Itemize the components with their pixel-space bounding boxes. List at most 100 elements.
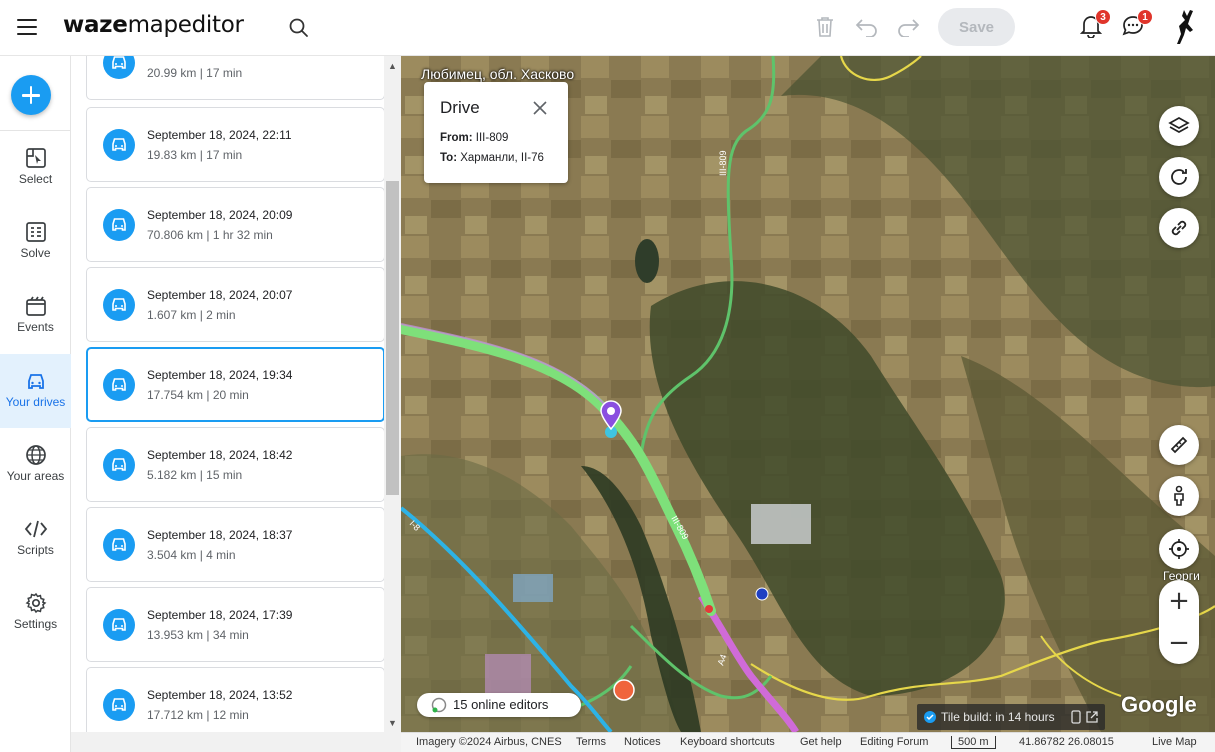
drive-car-badge	[103, 529, 135, 561]
rail-item-label: Scripts	[17, 543, 54, 557]
scroll-up-icon[interactable]: ▲	[386, 61, 399, 73]
route-start-pin-icon[interactable]	[599, 400, 623, 430]
undo-icon[interactable]	[855, 17, 879, 37]
drive-card[interactable]: September 18, 2024, 18:42 5.182 km | 15 …	[86, 427, 385, 502]
imagery-attribution: Imagery ©2024 Airbus, CNES	[416, 736, 562, 748]
drives-list: 20.99 km | 17 min September 18, 2024, 22…	[71, 56, 401, 752]
keyboard-shortcuts-link[interactable]: Keyboard shortcuts	[680, 736, 775, 748]
measure-button[interactable]	[1159, 425, 1199, 465]
save-button[interactable]: Save	[938, 8, 1015, 46]
drive-car-badge	[103, 129, 135, 161]
drive-distance-duration: 19.83 km | 17 min	[147, 148, 243, 162]
live-map-link[interactable]: Live Map	[1152, 736, 1197, 748]
online-editors-pill[interactable]: 15 online editors	[417, 693, 581, 717]
rail-item-label: Your drives	[5, 395, 66, 409]
layers-button[interactable]	[1159, 106, 1199, 146]
avatar[interactable]	[1170, 8, 1196, 46]
locate-me-button[interactable]	[1159, 529, 1199, 569]
list-scrollbar-thumb[interactable]	[386, 181, 399, 495]
get-help-link[interactable]: Get help	[800, 736, 842, 748]
car-icon	[112, 218, 126, 231]
reload-button[interactable]	[1159, 157, 1199, 197]
drive-card[interactable]: September 18, 2024, 18:37 3.504 km | 4 m…	[86, 507, 385, 582]
drive-car-badge	[103, 209, 135, 241]
notifications-button[interactable]: 3	[1079, 9, 1111, 43]
messages-badge: 1	[1137, 9, 1153, 25]
zoom-out-button[interactable]: −	[1159, 622, 1199, 664]
drive-card[interactable]: September 18, 2024, 22:11 19.83 km | 17 …	[86, 107, 385, 182]
redo-icon[interactable]	[896, 17, 920, 37]
rail-item-your-drives[interactable]: Your drives	[0, 354, 71, 428]
messages-button[interactable]: 1	[1122, 9, 1153, 43]
drive-popup: Drive From: III-809 To: Харманли, II-76	[424, 82, 568, 183]
check-circle-icon	[924, 711, 936, 723]
crosshair-icon	[1169, 539, 1189, 559]
drive-card-selected[interactable]: September 18, 2024, 19:34 17.754 km | 20…	[86, 347, 385, 422]
top-bar: wazemapeditor Save 3 1	[0, 0, 1215, 56]
popup-from-value: III-809	[475, 132, 509, 144]
drive-distance-duration: 13.953 km | 34 min	[147, 628, 249, 642]
list-bottom-strip	[71, 732, 401, 752]
popup-from-label: From:	[440, 132, 473, 144]
drive-card[interactable]: 20.99 km | 17 min	[86, 56, 385, 100]
drive-car-badge	[103, 609, 135, 641]
tile-build-status[interactable]: Tile build: in 14 hours	[917, 704, 1105, 730]
waze-logo[interactable]: wazemapeditor	[63, 12, 244, 38]
zoom-in-button[interactable]: +	[1159, 580, 1199, 622]
drive-card[interactable]: September 18, 2024, 13:52 17.712 km | 12…	[86, 667, 385, 742]
popup-to-row: To: Харманли, II-76	[440, 152, 544, 164]
drive-car-badge	[103, 369, 135, 401]
code-icon	[24, 520, 47, 538]
rail-item-solve[interactable]: Solve	[0, 205, 71, 279]
delete-icon[interactable]	[814, 15, 836, 39]
terms-link[interactable]: Terms	[576, 736, 606, 748]
google-logo: Google	[1121, 692, 1197, 717]
car-icon	[112, 698, 126, 711]
street-view-button[interactable]	[1159, 476, 1199, 516]
map-canvas[interactable]: III-809 I-8 A4 III-809 Любимец, обл. Хас…	[401, 56, 1215, 732]
drive-date: September 18, 2024, 19:34	[147, 368, 293, 382]
left-rail: Select Solve Events Your drives Your are…	[0, 56, 71, 752]
permalink-button[interactable]	[1159, 208, 1199, 248]
drive-distance-duration: 5.182 km | 15 min	[147, 468, 243, 482]
car-icon	[112, 56, 126, 69]
pegman-icon	[1174, 485, 1184, 506]
place-name: Любимец, обл. Хасково	[421, 66, 575, 82]
car-icon	[112, 138, 126, 151]
rail-item-label: Events	[17, 320, 54, 334]
gear-icon	[25, 592, 46, 614]
scale-bar: 500 m	[951, 736, 996, 749]
drive-date: September 18, 2024, 18:42	[147, 448, 293, 462]
rail-item-select[interactable]: Select	[0, 131, 71, 205]
add-button[interactable]	[11, 75, 51, 115]
drive-card[interactable]: September 18, 2024, 20:09 70.806 km | 1 …	[86, 187, 385, 262]
events-icon	[25, 296, 46, 316]
editors-icon	[431, 697, 447, 713]
popup-to-value: Харманли, II-76	[460, 152, 544, 164]
external-link-icon[interactable]	[1085, 710, 1099, 724]
drive-card[interactable]: September 18, 2024, 17:39 13.953 km | 34…	[86, 587, 385, 662]
rail-item-label: Your areas	[6, 469, 65, 483]
notifications-badge: 3	[1095, 9, 1111, 25]
drive-card[interactable]: September 18, 2024, 20:07 1.607 km | 2 m…	[86, 267, 385, 342]
scroll-down-icon[interactable]: ▼	[386, 718, 399, 730]
rail-item-label: Select	[18, 172, 53, 186]
drive-car-badge	[103, 449, 135, 481]
drive-car-badge	[103, 689, 135, 721]
menu-icon[interactable]	[17, 19, 37, 35]
coordinates: 41.86782 26.08015	[1019, 736, 1114, 748]
drive-car-badge	[103, 56, 135, 79]
rail-item-events[interactable]: Events	[0, 279, 71, 353]
editing-forum-link[interactable]: Editing Forum	[860, 736, 928, 748]
car-icon	[112, 618, 126, 631]
drive-distance-duration: 20.99 km | 17 min	[147, 66, 243, 80]
rail-item-scripts[interactable]: Scripts	[0, 502, 71, 576]
rail-item-settings[interactable]: Settings	[0, 576, 71, 650]
rail-item-your-areas[interactable]: Your areas	[0, 428, 71, 502]
search-icon[interactable]	[288, 17, 310, 39]
close-icon[interactable]	[532, 100, 548, 116]
notices-link[interactable]: Notices	[624, 736, 661, 748]
link-icon	[1171, 220, 1187, 236]
car-icon	[112, 298, 126, 311]
drive-distance-duration: 17.754 km | 20 min	[147, 388, 249, 402]
